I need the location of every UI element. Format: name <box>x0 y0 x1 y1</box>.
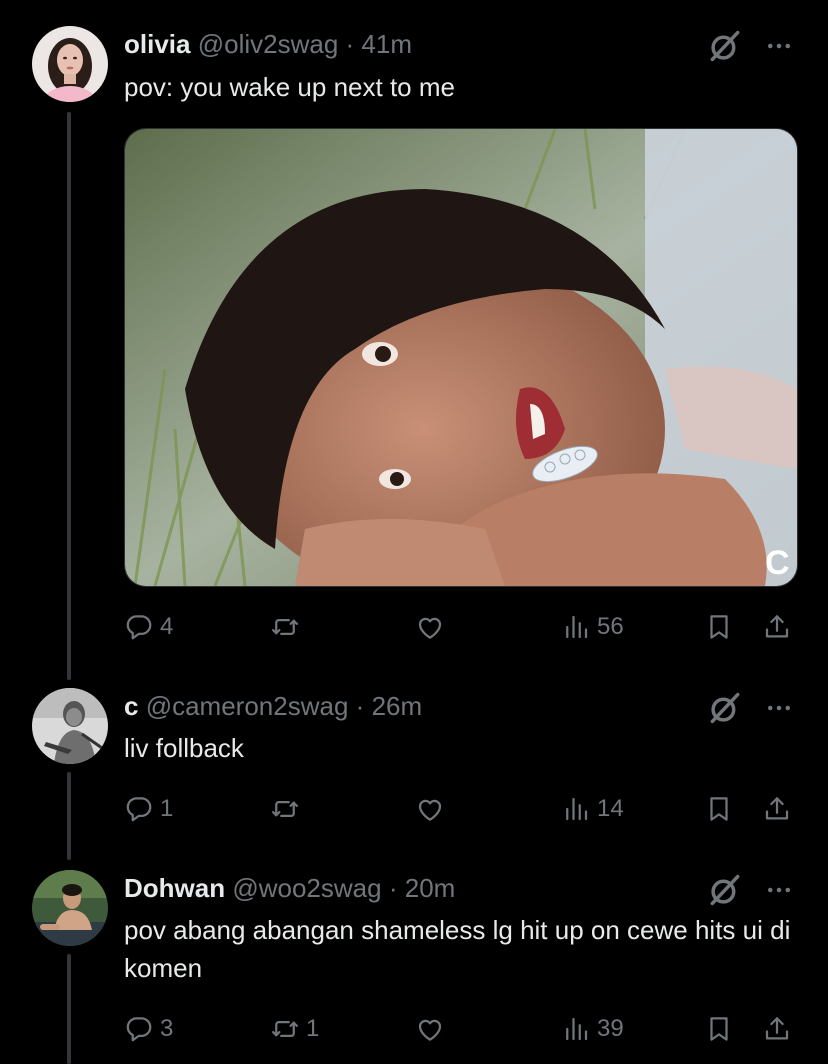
share-icon <box>762 612 792 642</box>
more-icon[interactable] <box>764 31 794 61</box>
views-count: 56 <box>597 613 624 640</box>
heart-icon <box>415 612 445 642</box>
heart-icon <box>415 1014 445 1044</box>
reply-count: 3 <box>160 1015 174 1042</box>
thread-line <box>67 772 71 860</box>
repost-button[interactable]: 1 <box>270 1009 319 1049</box>
post-text: pov abang abangan shameless lg hit up on… <box>124 915 791 983</box>
bookmark-button[interactable] <box>704 789 734 829</box>
separator-dot: · <box>345 29 355 59</box>
watermark-logo: C <box>765 544 790 582</box>
like-button[interactable] <box>415 1009 451 1049</box>
action-bar: 4 56 <box>124 607 796 647</box>
post-olivia[interactable]: olivia @oliv2swag · 41m pov: you wake up… <box>0 0 828 680</box>
thread-line <box>67 954 71 1064</box>
grok-icon[interactable] <box>706 689 744 727</box>
repost-icon <box>270 794 300 824</box>
action-bar: 3 1 39 <box>124 1009 796 1049</box>
reply-button[interactable]: 4 <box>124 607 173 647</box>
repost-icon <box>270 612 300 642</box>
reply-button[interactable]: 1 <box>124 789 173 829</box>
repost-button[interactable] <box>270 789 306 829</box>
post-header: olivia @oliv2swag · 41m <box>124 28 412 60</box>
heart-icon <box>415 794 445 824</box>
like-button[interactable] <box>415 607 451 647</box>
reply-count: 1 <box>160 795 174 822</box>
timestamp[interactable]: 20m <box>405 873 456 903</box>
reply-button[interactable]: 3 <box>124 1009 173 1049</box>
avatar-dohwan[interactable] <box>32 870 108 946</box>
share-button[interactable] <box>762 1009 792 1049</box>
bookmark-icon <box>704 794 734 824</box>
avatar-olivia[interactable] <box>32 26 108 102</box>
grok-icon[interactable] <box>706 871 744 909</box>
views-button[interactable]: 39 <box>561 1009 624 1049</box>
like-button[interactable] <box>415 789 451 829</box>
more-icon[interactable] <box>764 693 794 723</box>
views-button[interactable]: 14 <box>561 789 624 829</box>
display-name[interactable]: Dohwan <box>124 873 225 903</box>
timestamp[interactable]: 26m <box>372 691 423 721</box>
reply-count: 4 <box>160 613 174 640</box>
separator-dot: · <box>388 873 398 903</box>
share-button[interactable] <box>762 789 792 829</box>
views-icon <box>561 794 591 824</box>
more-icon[interactable] <box>764 875 794 905</box>
share-button[interactable] <box>762 607 792 647</box>
views-icon <box>561 612 591 642</box>
share-icon <box>762 794 792 824</box>
post-header: Dohwan @woo2swag · 20m <box>124 872 455 904</box>
thread-feed: olivia @oliv2swag · 41m pov: you wake up… <box>0 0 828 1064</box>
timestamp[interactable]: 41m <box>361 29 412 59</box>
views-count: 14 <box>597 795 624 822</box>
post-dohwan[interactable]: Dohwan @woo2swag · 20m pov abang abangan… <box>0 860 828 1064</box>
views-count: 39 <box>597 1015 624 1042</box>
bookmark-icon <box>704 1014 734 1044</box>
post-header: c @cameron2swag · 26m <box>124 690 422 722</box>
display-name[interactable]: olivia <box>124 29 190 59</box>
user-handle[interactable]: @cameron2swag <box>146 691 349 721</box>
post-text: liv follback <box>124 733 244 763</box>
bookmark-button[interactable] <box>704 1009 734 1049</box>
reply-icon <box>124 794 154 824</box>
repost-button[interactable] <box>270 607 306 647</box>
grok-icon[interactable] <box>706 27 744 65</box>
repost-icon <box>270 1014 300 1044</box>
thread-line <box>67 112 71 680</box>
separator-dot: · <box>355 691 365 721</box>
reply-icon <box>124 612 154 642</box>
views-button[interactable]: 56 <box>561 607 624 647</box>
action-bar: 1 14 <box>124 789 796 829</box>
reply-icon <box>124 1014 154 1044</box>
bookmark-button[interactable] <box>704 607 734 647</box>
share-icon <box>762 1014 792 1044</box>
display-name[interactable]: c <box>124 691 138 721</box>
post-cameron[interactable]: c @cameron2swag · 26m liv follback 1 14 <box>0 680 828 860</box>
avatar-cameron[interactable] <box>32 688 108 764</box>
post-image[interactable]: C <box>124 128 798 587</box>
repost-count: 1 <box>306 1015 320 1042</box>
post-text: pov: you wake up next to me <box>124 72 455 102</box>
bookmark-icon <box>704 612 734 642</box>
user-handle[interactable]: @woo2swag <box>232 873 381 903</box>
views-icon <box>561 1014 591 1044</box>
user-handle[interactable]: @oliv2swag <box>198 29 339 59</box>
